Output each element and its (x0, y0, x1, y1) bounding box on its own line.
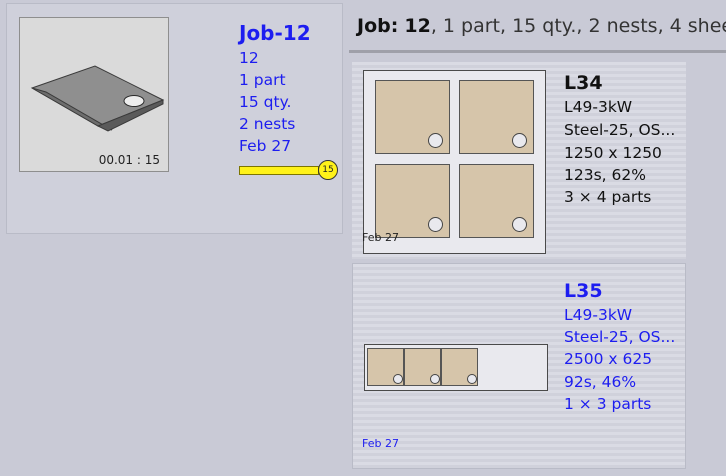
header-divider (349, 50, 726, 53)
nest-date: Feb 27 (362, 231, 399, 244)
nest-sheet-l34[interactable]: Feb 27 (362, 70, 546, 254)
header-job-label: Job: (357, 15, 399, 37)
nest-time-utilization: 123s, 62% (564, 166, 646, 184)
nest-material: Steel-25, OS... (564, 328, 676, 346)
job-parts: 1 part (239, 71, 286, 89)
nest-id: L34 (564, 72, 603, 94)
nest-time-utilization: 92s, 46% (564, 373, 637, 391)
nested-part (375, 164, 450, 238)
job-number: 12 (239, 49, 259, 67)
part-hole (512, 217, 527, 232)
nest-sheet-l35[interactable] (364, 344, 548, 391)
thumbnail-time: 00.01 : 15 (98, 153, 160, 167)
nested-part (441, 348, 478, 386)
job-summary-text: Job: 12, 1 part, 15 qty., 2 nests, 4 she… (357, 15, 726, 37)
nest-machine: L49-3kW (564, 98, 633, 116)
nest-parts-count: 1 × 3 parts (564, 395, 652, 413)
part-hole (393, 374, 403, 384)
job-progress-bar (239, 166, 319, 175)
nest-sheet-size: 2500 x 625 (564, 350, 653, 368)
nest-card-l34[interactable]: Feb 27 L34 L49-3kW Steel-25, OS... 1250 … (352, 62, 686, 259)
job-summary-header: Job: 12, 1 part, 15 qty., 2 nests, 4 she… (349, 0, 726, 53)
part-hole (512, 133, 527, 148)
job-nests: 2 nests (239, 115, 296, 133)
nest-sheet-size: 1250 x 1250 (564, 144, 662, 162)
nested-part (459, 80, 534, 154)
nested-part (459, 164, 534, 238)
part-hole (428, 217, 443, 232)
header-job-number: 12 (404, 15, 431, 37)
nested-part (367, 348, 404, 386)
job-quantity: 15 qty. (239, 93, 292, 111)
progress-count-badge: 15 (318, 160, 338, 180)
job-date: Feb 27 (239, 137, 292, 155)
nested-part (404, 348, 441, 386)
part-hole (467, 374, 477, 384)
nest-parts-count: 3 × 4 parts (564, 188, 652, 206)
nest-date: Feb 27 (362, 437, 399, 450)
sheet-metal-part-icon (30, 65, 165, 132)
nest-material: Steel-25, OS... (564, 121, 676, 139)
progress-count: 15 (322, 165, 334, 175)
part-thumbnail[interactable]: 00.01 : 15 (19, 17, 169, 172)
nest-machine: L49-3kW (564, 306, 633, 324)
job-card[interactable]: 00.01 : 15 Job-12 12 1 part 15 qty. 2 ne… (6, 3, 343, 234)
nest-id: L35 (564, 280, 603, 302)
header-summary: , 1 part, 15 qty., 2 nests, 4 sheets (430, 15, 726, 37)
nest-card-l35[interactable]: Feb 27 L35 L49-3kW Steel-25, OS... 2500 … (352, 263, 686, 469)
part-hole (430, 374, 440, 384)
job-title[interactable]: Job-12 (239, 21, 311, 45)
part-hole (428, 133, 443, 148)
nested-part (375, 80, 450, 154)
